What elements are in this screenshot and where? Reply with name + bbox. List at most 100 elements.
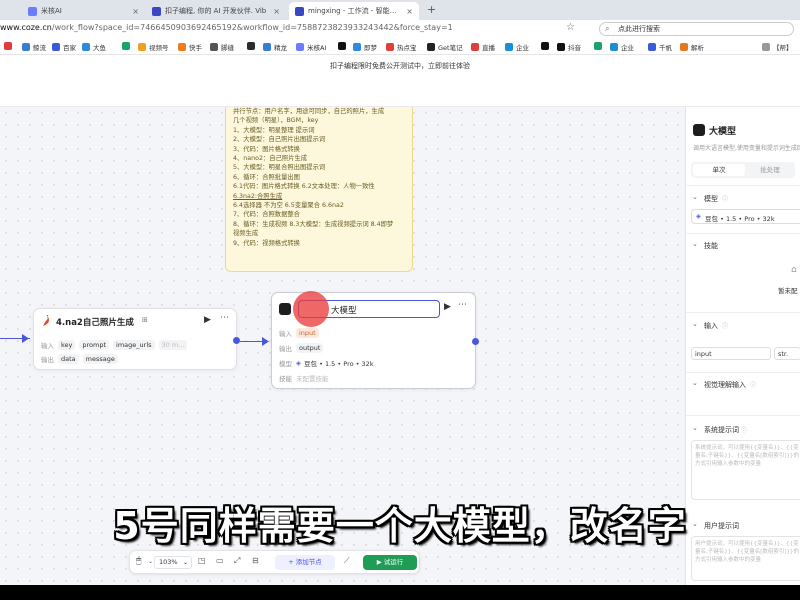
- skill-label: 技能: [279, 375, 292, 383]
- bookmark-item[interactable]: 百家: [52, 42, 76, 52]
- run-node-icon[interactable]: ▶: [204, 315, 211, 325]
- llm-node-icon: [279, 303, 291, 315]
- run-node-icon[interactable]: ▶: [444, 302, 451, 312]
- bookmark-item[interactable]: [594, 42, 605, 50]
- bookmark-icon: [427, 43, 435, 51]
- bookmark-item[interactable]: 企业: [505, 42, 529, 52]
- inputs-label: 输入: [279, 330, 292, 338]
- bookmark-item[interactable]: 直播: [471, 42, 495, 52]
- test-run-button[interactable]: ▶ 试运行: [363, 555, 417, 570]
- browser-tab[interactable]: 扣子编程, 你的 AI 开发伙伴. Vib ×: [146, 2, 286, 20]
- bookmark-item[interactable]: 快手: [178, 42, 202, 52]
- mouse-mode-icon[interactable]: 🖱: [136, 556, 141, 566]
- zoom-select[interactable]: 103% ⌄: [154, 556, 192, 569]
- collapse-chevron-icon[interactable]: ⌄: [692, 379, 698, 387]
- collapse-chevron-icon[interactable]: ⌄: [692, 320, 698, 328]
- annotation-note[interactable]: 并行节点：用户名字，用途可同步，自己的照片，生成 几个视频（明星），BGM，ke…: [225, 107, 413, 272]
- fit-view-icon[interactable]: ⤢: [234, 556, 240, 566]
- info-icon[interactable]: ⓘ: [722, 194, 728, 203]
- input-section-title: 输入: [704, 322, 718, 330]
- new-tab-icon[interactable]: +: [427, 3, 436, 16]
- node-title[interactable]: 4.na2自己照片生成: [56, 316, 134, 328]
- bookmark-item[interactable]: 米核AI: [296, 42, 326, 52]
- comment-icon[interactable]: ▭: [216, 556, 224, 565]
- bookmark-item[interactable]: 视频号: [138, 42, 169, 52]
- note-line: 3、代码：图片格式转换: [233, 145, 300, 153]
- bookmark-star-icon[interactable]: ☆: [566, 22, 575, 33]
- address-bar[interactable]: www.coze.cn/work_flow?space_id=746645090…: [0, 20, 800, 38]
- single-mode-button[interactable]: 单次: [693, 164, 745, 176]
- bookmark-item[interactable]: 解析: [680, 42, 704, 52]
- bookmark-item[interactable]: [247, 42, 258, 50]
- info-icon[interactable]: ⓘ: [722, 321, 728, 330]
- edge-arrow-icon: [22, 334, 29, 343]
- bookmark-item[interactable]: 脚缝: [210, 42, 234, 52]
- node-title-value: 大模型: [331, 306, 357, 316]
- browser-tab-active[interactable]: mingxing - 工作流 - 智能体平台 ×: [289, 2, 419, 20]
- bookmark-item[interactable]: [122, 42, 133, 50]
- minimap-icon[interactable]: ◳: [198, 556, 206, 565]
- inputs-label: 输入: [41, 342, 54, 350]
- search-icon: ⌕: [605, 24, 610, 33]
- input-tag: prompt: [79, 340, 110, 350]
- bookmark-item[interactable]: 抖音: [557, 42, 581, 52]
- close-tab-icon[interactable]: ×: [273, 7, 280, 16]
- collapse-chevron-icon[interactable]: ⌄: [692, 424, 698, 432]
- promo-banner[interactable]: 扣子编程限时免费公开测试中，立即前往体验: [0, 55, 800, 77]
- bookmark-icon: [762, 43, 770, 51]
- system-prompt-input[interactable]: 系统提示词，可以使用{{变量名}}、{{变量名.子键名}}、{{变量名[数组索引…: [691, 440, 800, 500]
- bookmark-item[interactable]: 热点宝: [386, 42, 417, 52]
- more-icon[interactable]: ⋯: [458, 300, 467, 310]
- collapse-chevron-icon[interactable]: ⌄: [692, 240, 698, 248]
- note-line: 6.4选择器 不为空 6.5变量聚合 6.6na2: [233, 202, 344, 210]
- bookmark-item[interactable]: 企业: [610, 42, 634, 52]
- favicon-icon: [295, 6, 304, 16]
- input-tag: input: [296, 328, 319, 338]
- bookmark-item[interactable]: [4, 42, 15, 50]
- bookmark-item[interactable]: Get笔记: [427, 42, 463, 52]
- skill-section-title: 技能: [704, 242, 718, 250]
- chevron-down-icon[interactable]: ⌄: [148, 558, 153, 565]
- tab-label: mingxing - 工作流 - 智能体平台: [308, 7, 403, 15]
- layout-icon[interactable]: ⊟: [252, 556, 259, 565]
- magic-wand-icon[interactable]: ⟋: [344, 556, 350, 566]
- bookmark-item[interactable]: 鲸流: [22, 42, 46, 52]
- bookmark-item[interactable]: [541, 42, 552, 50]
- tab-label: 米核AI: [41, 7, 62, 15]
- input-name-field[interactable]: input: [691, 347, 771, 360]
- info-icon[interactable]: ⓘ: [741, 425, 747, 434]
- bookmark-item[interactable]: [338, 42, 349, 50]
- search-placeholder: 点此进行搜索: [618, 25, 660, 33]
- banner-text[interactable]: 扣子编程限时免费公开测试中，立即前往体验: [330, 61, 470, 71]
- output-port[interactable]: [233, 337, 240, 344]
- note-line: 1、大模型：明星整理 提示词: [233, 126, 315, 134]
- browser-search-box[interactable]: ⌕ 点此进行搜索: [599, 22, 794, 36]
- model-select-value: 豆包 • 1.5 • Pro • 32k: [705, 215, 775, 223]
- close-tab-icon[interactable]: ×: [132, 7, 139, 16]
- bookmark-item[interactable]: 即梦: [353, 42, 377, 52]
- doubao-icon: ◈: [296, 359, 301, 367]
- input-type-select[interactable]: str.: [774, 347, 800, 360]
- bookmark-item[interactable]: 千帆: [648, 42, 672, 52]
- bookmark-item[interactable]: 精龙: [263, 42, 287, 52]
- output-port[interactable]: [472, 338, 479, 345]
- add-node-button[interactable]: + 添加节点: [275, 555, 335, 570]
- panel-title[interactable]: 大模型: [709, 124, 736, 137]
- collapse-chevron-icon[interactable]: ⌄: [692, 193, 698, 201]
- note-line: 6、循环：合照批量出图: [233, 173, 300, 181]
- more-icon[interactable]: ⋯: [220, 313, 229, 323]
- browser-tab[interactable]: 米核AI ×: [22, 2, 145, 20]
- batch-mode-button[interactable]: 批处理: [747, 164, 793, 176]
- bookmarks-bar: 鲸流 百家 大鱼 视频号 快手 脚缝 精龙 米核AI 即梦 热点宝 Get笔记 …: [0, 38, 800, 55]
- model-select[interactable]: ◈ 豆包 • 1.5 • Pro • 32k: [691, 209, 800, 224]
- favicon-icon: [152, 6, 161, 16]
- edge-arrow-icon: [262, 337, 269, 346]
- workflow-header: [0, 77, 800, 107]
- info-icon[interactable]: ⓘ: [750, 380, 756, 389]
- divider: [686, 185, 800, 186]
- url-field[interactable]: www.coze.cn/work_flow?space_id=746645090…: [0, 23, 453, 32]
- bookmark-item[interactable]: 大鱼: [82, 42, 106, 52]
- workflow-node-na2[interactable]: 4.na2自己照片生成 ⊞ ▶ ⋯ 输入 key prompt image_ur…: [33, 308, 237, 370]
- close-tab-icon[interactable]: ×: [406, 7, 413, 16]
- bookmark-item[interactable]: 【帮】: [762, 42, 793, 52]
